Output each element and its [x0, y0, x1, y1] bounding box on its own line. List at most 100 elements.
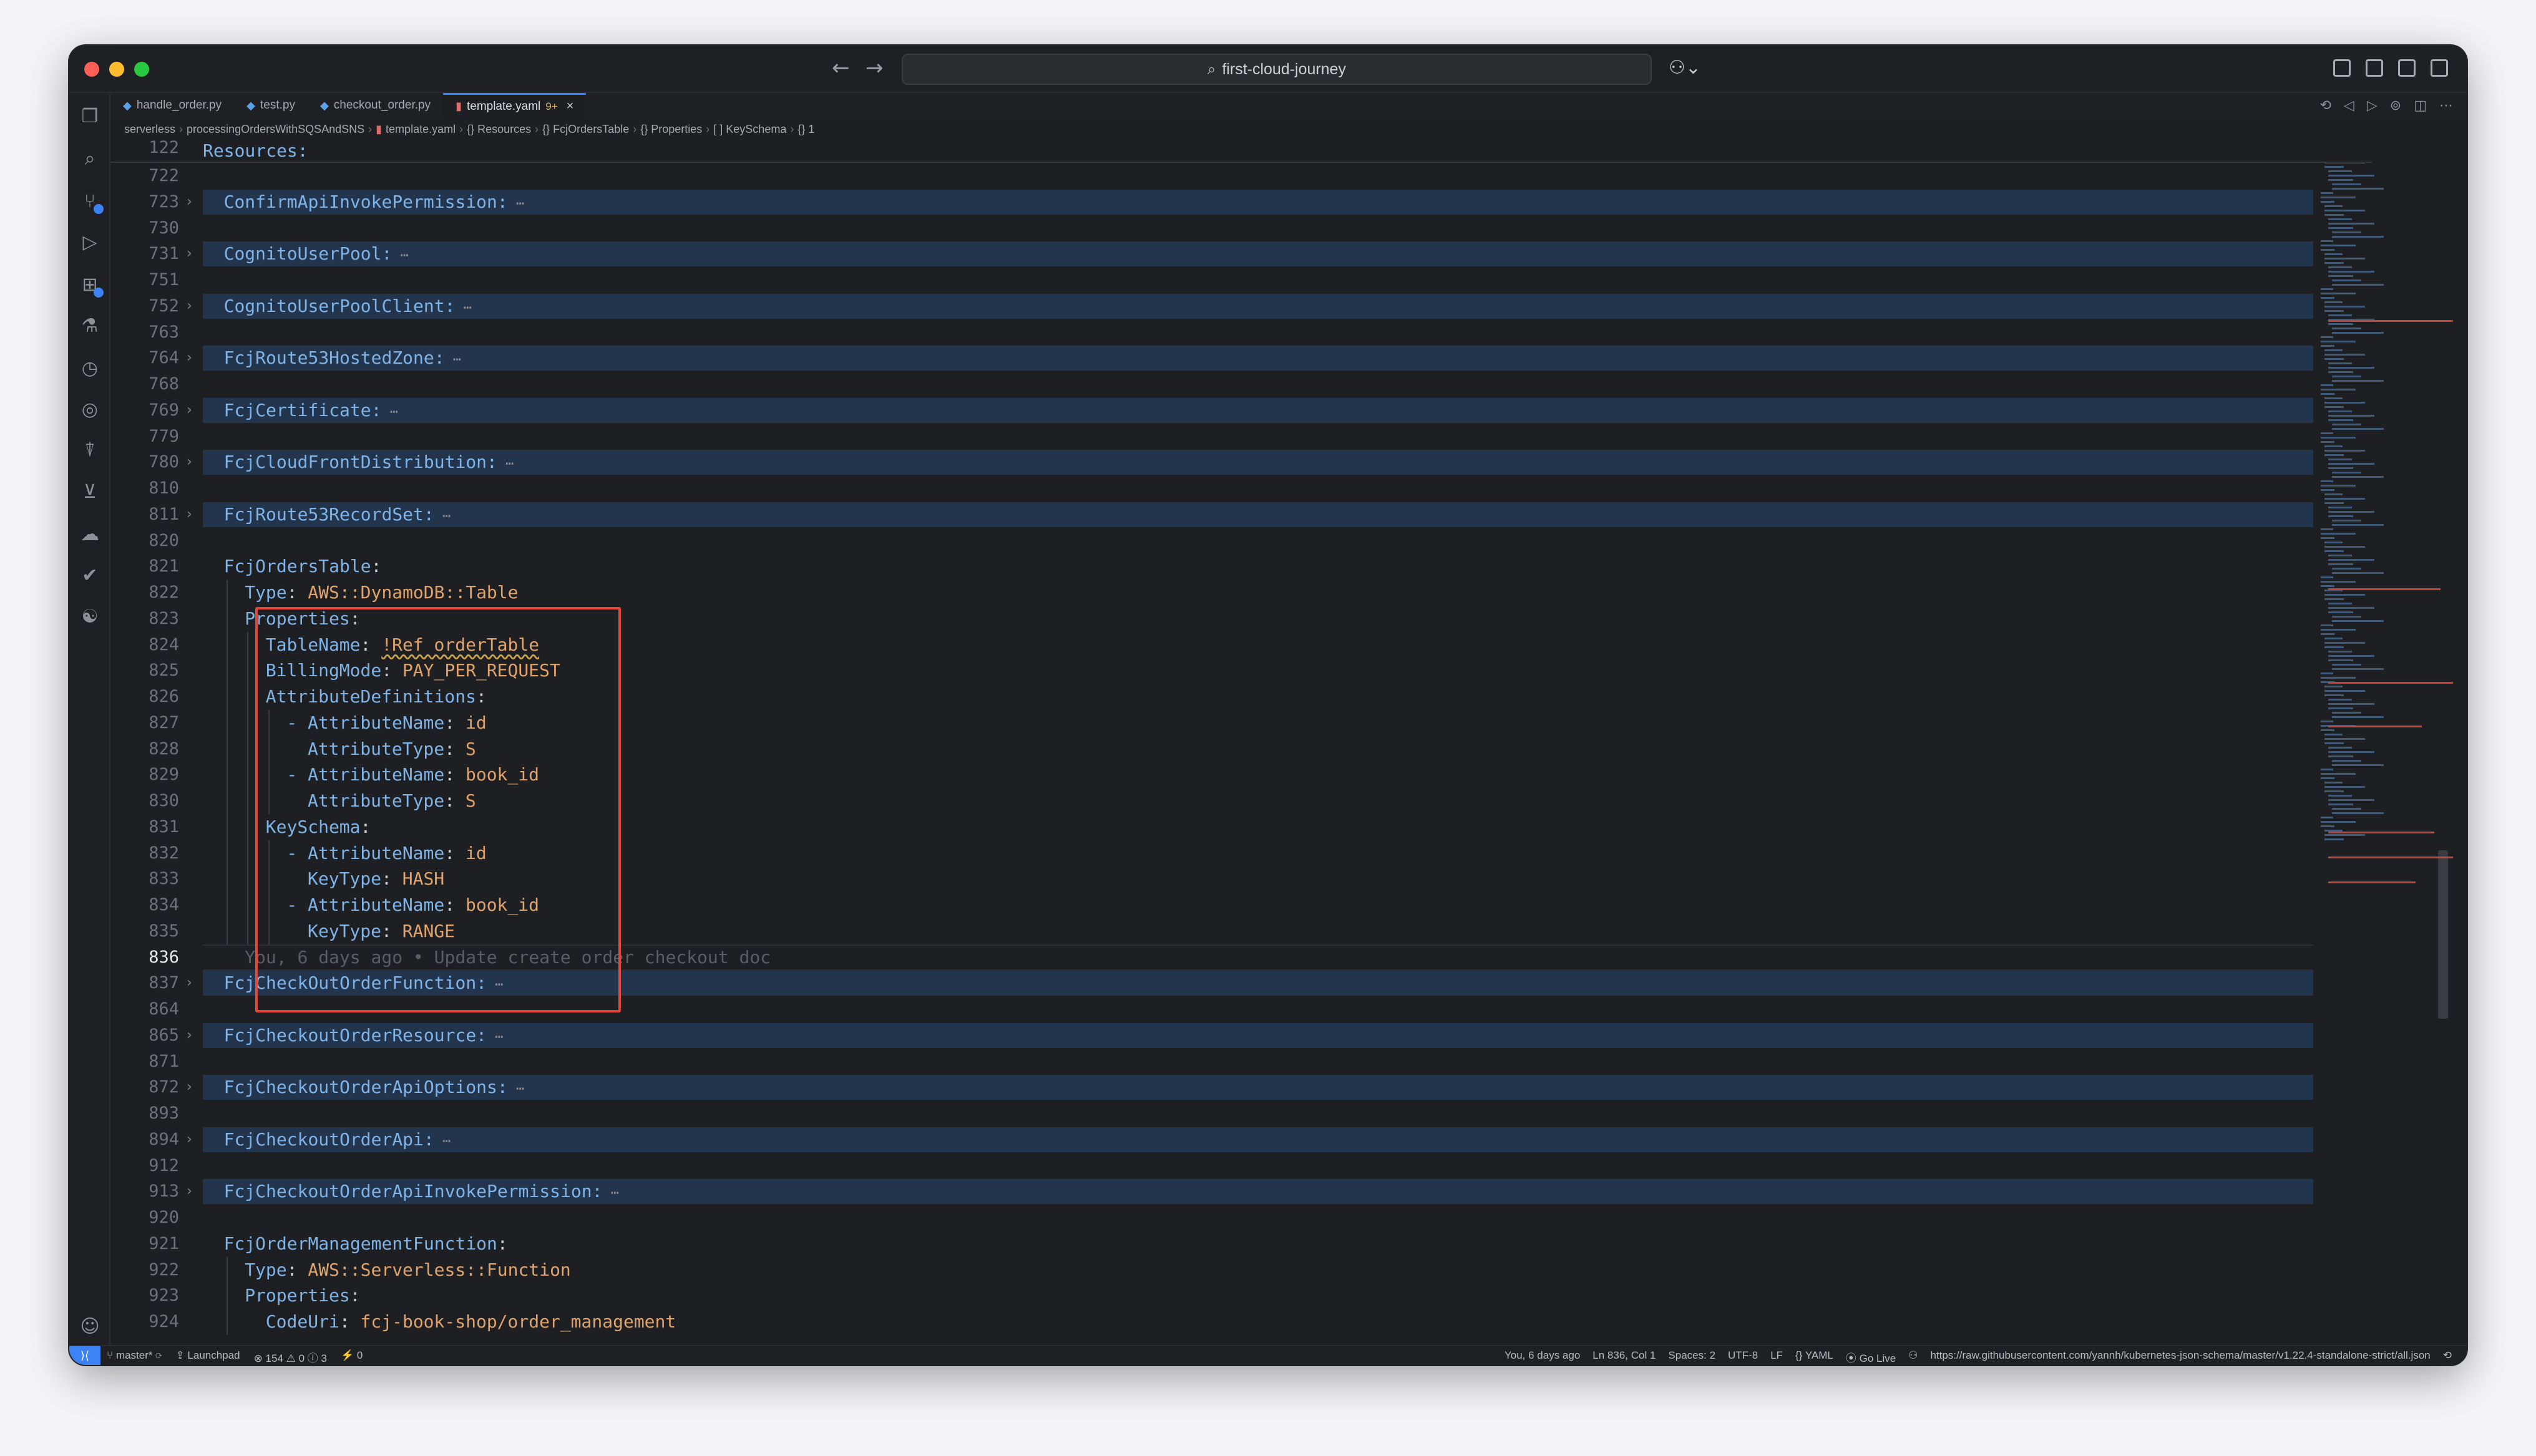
code-line[interactable]: 820: [110, 528, 2372, 554]
breadcrumb-item[interactable]: {} FcjOrdersTable: [542, 123, 629, 136]
source-control-icon[interactable]: ⑂: [79, 190, 104, 214]
code-line[interactable]: 731 › CognitoUserPool: ⋯: [110, 241, 2372, 267]
open-changes-icon[interactable]: ⊚: [2390, 98, 2401, 114]
split-editor-icon[interactable]: ◫: [2414, 98, 2427, 114]
code-line[interactable]: 751: [110, 267, 2372, 293]
code-line[interactable]: 763: [110, 319, 2372, 346]
code-line[interactable]: 730: [110, 215, 2372, 241]
customize-layout-icon[interactable]: [2333, 59, 2351, 77]
code-line[interactable]: 894 › FcjCheckoutOrderApi: ⋯: [110, 1127, 2372, 1153]
checkmark-icon[interactable]: ✔: [79, 565, 101, 587]
launchpad-item[interactable]: ⇪ Launchpad: [175, 1349, 240, 1365]
toggle-sidebar-icon[interactable]: [2366, 59, 2383, 77]
code-line[interactable]: 922 Type: AWS::Serverless::Function: [110, 1257, 2372, 1283]
code-line[interactable]: 912: [110, 1153, 2372, 1179]
code-editor[interactable]: 122 Resources: 722 723 › ConfirmApiInvokePe…: [110, 138, 2372, 1335]
docker-icon[interactable]: ☁: [79, 523, 101, 546]
code-line[interactable]: 924 CodeUri: fcj-book-shop/order_manageme…: [110, 1309, 2372, 1335]
maximize-window-button[interactable]: [134, 62, 149, 77]
ellipsis-icon[interactable]: ⋯: [445, 352, 461, 367]
minimap[interactable]: [2313, 139, 2453, 1326]
breadcrumb-item[interactable]: processingOrdersWithSQSAndSNS: [187, 123, 364, 136]
close-window-button[interactable]: [84, 62, 99, 77]
eol-setting[interactable]: LF: [1770, 1349, 1783, 1365]
ellipsis-icon[interactable]: ⋯: [497, 456, 514, 472]
breadcrumb-item[interactable]: template.yaml: [386, 123, 456, 136]
code-line[interactable]: 768: [110, 371, 2372, 397]
toggle-panel-icon[interactable]: [2398, 59, 2416, 77]
extensions-icon[interactable]: ⊞: [79, 274, 104, 298]
code-line[interactable]: 913 › FcjCheckoutOrderApiInvokePermission:…: [110, 1178, 2372, 1205]
account-icon[interactable]: ☺: [79, 1316, 101, 1338]
code-line[interactable]: 769 › FcjCertificate: ⋯: [110, 397, 2372, 424]
fold-chevron-icon[interactable]: ›: [187, 1074, 192, 1100]
notifications-icon[interactable]: ⟲: [2443, 1349, 2452, 1365]
fold-chevron-icon[interactable]: ›: [187, 293, 192, 319]
code-line[interactable]: 722: [110, 163, 2372, 189]
minimize-window-button[interactable]: [109, 62, 124, 77]
breadcrumb-item[interactable]: {} Properties: [640, 123, 702, 136]
code-line[interactable]: 921 FcjOrderManagementFunction:: [110, 1231, 2372, 1257]
previous-change-icon[interactable]: ◁: [2344, 98, 2354, 114]
more-actions-icon[interactable]: ⋯: [2439, 98, 2453, 114]
ellipsis-icon[interactable]: ⋯: [434, 1133, 451, 1149]
code-line[interactable]: 810: [110, 475, 2372, 502]
breadcrumb-item[interactable]: serverless: [124, 123, 175, 136]
code-line[interactable]: 865 › FcjCheckoutOrderResource: ⋯: [110, 1022, 2372, 1049]
timeline-icon[interactable]: ◷: [79, 357, 101, 380]
git-blame-status[interactable]: You, 6 days ago: [1505, 1349, 1580, 1365]
command-center-search[interactable]: ⌕ first-cloud-journey: [902, 54, 1652, 85]
fold-chevron-icon[interactable]: ›: [187, 449, 192, 475]
ellipsis-icon[interactable]: ⋯: [508, 1081, 524, 1097]
python-icon[interactable]: ☯: [79, 606, 101, 628]
ellipsis-icon[interactable]: ⋯: [602, 1185, 619, 1201]
sticky-scroll-header[interactable]: 122 Resources:: [110, 138, 2372, 163]
tab-template-yaml[interactable]: ▮ template.yaml 9+ ×: [443, 93, 587, 118]
code-line[interactable]: 871: [110, 1049, 2372, 1075]
tab-checkout-order[interactable]: ◆ checkout_order.py: [308, 93, 443, 118]
language-mode[interactable]: {} YAML: [1795, 1349, 1833, 1365]
fold-chevron-icon[interactable]: ›: [187, 502, 192, 528]
code-line[interactable]: 923 Properties:: [110, 1283, 2372, 1309]
breadcrumb-item[interactable]: [ ] KeySchema: [713, 123, 786, 136]
arrow-left-icon[interactable]: ←: [832, 56, 850, 80]
code-line[interactable]: 872 › FcjCheckoutOrderApiOptions: ⋯: [110, 1074, 2372, 1100]
go-live-button[interactable]: ⦿ Go Live: [1846, 1349, 1896, 1365]
cursor-position[interactable]: Ln 836, Col 1: [1592, 1349, 1656, 1365]
ellipsis-icon[interactable]: ⋯: [392, 248, 409, 263]
go-back-icon[interactable]: ⟲: [2319, 98, 2331, 114]
problems-indicator[interactable]: ⊗ 154 ⚠ 0 ⓘ 3: [254, 1349, 327, 1365]
fold-chevron-icon[interactable]: ›: [187, 1022, 192, 1049]
code-line[interactable]: 811 › FcjRoute53RecordSet: ⋯: [110, 502, 2372, 528]
search-icon[interactable]: ⌕: [79, 148, 101, 170]
yaml-schema-link[interactable]: https://raw.githubusercontent.com/yannh/…: [1930, 1349, 2430, 1365]
breadcrumb-item[interactable]: {} 1: [797, 123, 814, 136]
inspect-icon[interactable]: ⊻: [79, 481, 101, 503]
encoding-setting[interactable]: UTF-8: [1728, 1349, 1758, 1365]
scrollbar-thumb[interactable]: [2438, 850, 2448, 1019]
tab-handle-order[interactable]: ◆ handle_order.py: [110, 93, 234, 118]
fold-chevron-icon[interactable]: ›: [187, 970, 192, 996]
next-change-icon[interactable]: ▷: [2367, 98, 2378, 114]
code-line[interactable]: 821 FcjOrdersTable:: [110, 553, 2372, 580]
fold-chevron-icon[interactable]: ›: [187, 1178, 192, 1205]
code-line[interactable]: 822 Type: AWS::DynamoDB::Table: [110, 580, 2372, 606]
code-line[interactable]: 780 › FcjCloudFrontDistribution: ⋯: [110, 449, 2372, 475]
run-debug-icon[interactable]: ▷: [79, 231, 101, 254]
code-line[interactable]: 920: [110, 1205, 2372, 1231]
testing-icon[interactable]: ⚗: [79, 315, 101, 337]
remote-indicator-icon[interactable]: ⟩⟨: [69, 1346, 100, 1365]
code-line[interactable]: 752 › CognitoUserPoolClient: ⋯: [110, 293, 2372, 319]
ellipsis-icon[interactable]: ⋯: [455, 300, 472, 316]
remote-explorer-icon[interactable]: ◎: [79, 399, 101, 421]
close-icon[interactable]: ×: [567, 99, 574, 114]
ports-indicator[interactable]: ⚡ 0: [341, 1349, 363, 1365]
copilot-status-icon[interactable]: ⚇: [1908, 1349, 1918, 1365]
fold-chevron-icon[interactable]: ›: [187, 189, 192, 215]
fold-chevron-icon[interactable]: ›: [187, 1127, 192, 1153]
indentation-setting[interactable]: Spaces: 2: [1668, 1349, 1715, 1365]
fold-chevron-icon[interactable]: ›: [187, 345, 192, 371]
ellipsis-icon[interactable]: ⋯: [434, 508, 451, 524]
code-line[interactable]: 723 › ConfirmApiInvokePermission: ⋯: [110, 189, 2372, 215]
explorer-icon[interactable]: ❐: [79, 105, 101, 128]
